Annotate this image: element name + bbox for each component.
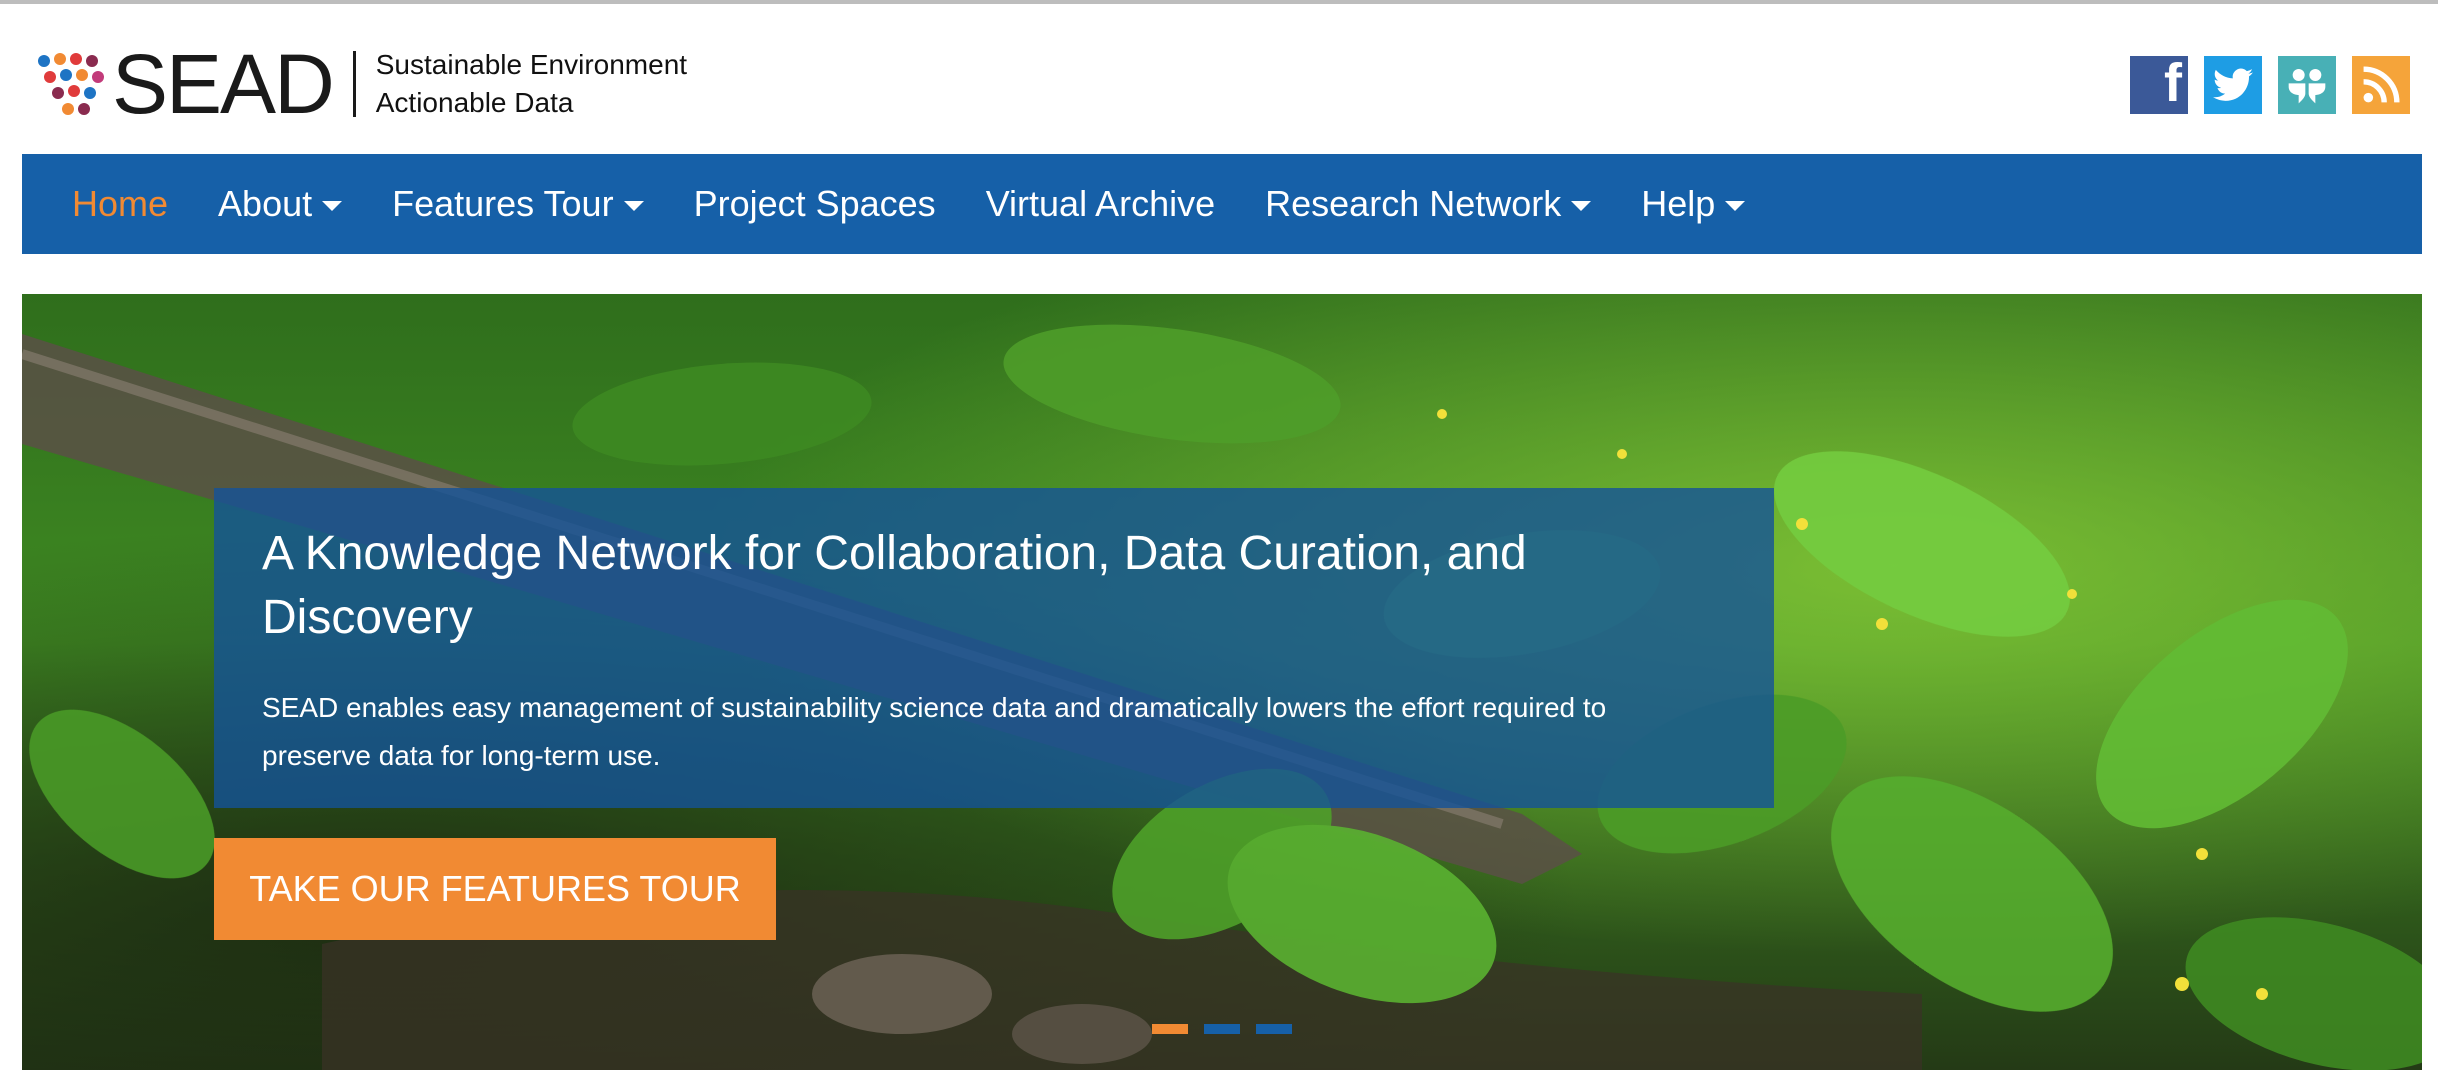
carousel-indicators: [1152, 1024, 1292, 1034]
nav-research-network-label: Research Network: [1265, 183, 1562, 224]
nav-about[interactable]: About: [218, 183, 343, 225]
facebook-icon[interactable]: f: [2130, 53, 2188, 114]
twitter-icon[interactable]: [2204, 56, 2262, 114]
nav-virtual-archive[interactable]: Virtual Archive: [986, 183, 1215, 225]
nav-project-spaces-label: Project Spaces: [693, 183, 936, 224]
carousel-indicator-2[interactable]: [1204, 1024, 1240, 1034]
nav-help[interactable]: Help: [1641, 183, 1746, 225]
nav-research-network[interactable]: Research Network: [1265, 183, 1592, 225]
tagline-line-1: Sustainable Environment: [375, 49, 688, 80]
hero-description: SEAD enables easy management of sustaina…: [262, 692, 1607, 771]
rss-icon[interactable]: [2352, 56, 2410, 114]
logo-divider: [352, 51, 356, 117]
facebook-glyph: f: [2164, 53, 2182, 113]
chevron-down-icon: [322, 201, 343, 211]
hero-title: A Knowledge Network for Collaboration, D…: [262, 527, 1527, 644]
social-links: f: [2130, 53, 2410, 114]
nav-virtual-archive-label: Virtual Archive: [985, 183, 1216, 224]
nav-help-label: Help: [1641, 183, 1716, 224]
nav-home[interactable]: Home: [72, 183, 168, 225]
chevron-down-icon: [1725, 201, 1746, 211]
hero-caption: A Knowledge Network for Collaboration, D…: [214, 488, 1774, 808]
features-tour-button[interactable]: TAKE OUR FEATURES TOUR: [214, 838, 776, 940]
carousel-indicator-3[interactable]: [1256, 1024, 1292, 1034]
chevron-down-icon: [1571, 201, 1592, 211]
tagline-line-2: Actionable Data: [375, 87, 574, 118]
slideshare-icon[interactable]: [2278, 56, 2336, 114]
hero-carousel: A Knowledge Network for Collaboration, D…: [22, 294, 2422, 1070]
nav-home-label: Home: [72, 183, 169, 224]
rss-feed-icon: [2363, 66, 2400, 103]
site-header: SEAD Sustainable Environment Actionable …: [0, 4, 2438, 154]
site-logo[interactable]: SEAD Sustainable Environment Actionable …: [34, 42, 687, 126]
nav-features-tour-label: Features Tour: [392, 183, 614, 224]
logo-tagline: Sustainable Environment Actionable Data: [376, 46, 687, 122]
nav-about-label: About: [218, 183, 313, 224]
twitter-bird-icon: [2213, 68, 2253, 101]
nav-features-tour[interactable]: Features Tour: [392, 183, 644, 225]
logo-wordmark: SEAD: [112, 37, 335, 131]
chevron-down-icon: [623, 201, 644, 211]
main-nav: Home About Features Tour Project Spaces …: [22, 154, 2422, 254]
logo-dots-icon: [34, 49, 104, 119]
carousel-indicator-1[interactable]: [1152, 1024, 1188, 1034]
slideshare-people-icon: [2288, 69, 2326, 104]
nav-project-spaces[interactable]: Project Spaces: [694, 183, 936, 225]
